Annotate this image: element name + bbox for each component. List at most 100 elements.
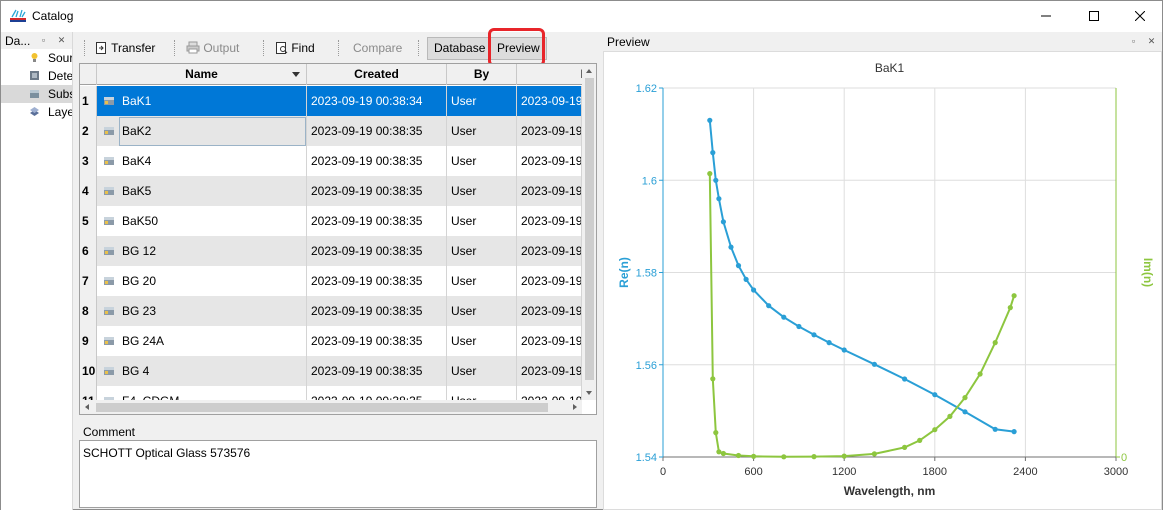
cell-name[interactable]: BaK2: [97, 116, 307, 146]
cell-created[interactable]: 2023-09-19 00:38:35: [307, 206, 447, 236]
tree-item-sources[interactable]: Sour: [1, 49, 72, 67]
close-preview-icon[interactable]: ✕: [1146, 36, 1157, 47]
cell-name[interactable]: BG 24A: [97, 326, 307, 356]
cell-revised[interactable]: 2023-09-19 (: [517, 176, 582, 206]
data-point-re: [716, 196, 722, 202]
table-row[interactable]: 1 BaK1 2023-09-19 00:38:34 User 2023-09-19: [80, 86, 582, 116]
cell-by[interactable]: User: [447, 176, 517, 206]
scroll-down-icon[interactable]: [582, 387, 596, 399]
cell-by[interactable]: User: [447, 116, 517, 146]
cell-name[interactable]: BaK5: [97, 176, 307, 206]
cell-name[interactable]: BG 23: [97, 296, 307, 326]
grid-horizontal-scrollbar[interactable]: [80, 400, 582, 414]
row-number[interactable]: 10: [80, 356, 97, 386]
layer-icon: [30, 107, 39, 116]
column-header-created[interactable]: Created: [307, 64, 447, 85]
table-row[interactable]: 10 BG 4 2023-09-19 00:38:35 User 2023-09-19 …: [80, 356, 582, 386]
close-panel-icon[interactable]: ✕: [56, 35, 67, 46]
cell-name[interactable]: BG 4: [97, 356, 307, 386]
cell-name[interactable]: BG 20: [97, 266, 307, 296]
table-row[interactable]: 5 BaK50 2023-09-19 00:38:35 User 2023-09-19 …: [80, 206, 582, 236]
cell-created[interactable]: 2023-09-19 00:38:35: [307, 356, 447, 386]
row-number[interactable]: 7: [80, 266, 97, 296]
catalog-app-icon: [10, 9, 26, 22]
cell-revised[interactable]: 2023-09-19 (: [517, 326, 582, 356]
cell-revised[interactable]: 2023-09-19 (: [517, 236, 582, 266]
cell-name[interactable]: BaK4: [97, 146, 307, 176]
cell-by[interactable]: User: [447, 236, 517, 266]
table-row[interactable]: 3 BaK4 2023-09-19 00:38:35User2023-09-19 (: [80, 146, 582, 176]
row-number[interactable]: 1: [80, 86, 97, 116]
cell-by[interactable]: User: [447, 326, 517, 356]
substance-icon: [104, 97, 114, 105]
grid-vertical-scrollbar[interactable]: [582, 64, 596, 400]
cell-created[interactable]: 2023-09-19 00:38:34: [307, 86, 447, 116]
scroll-right-icon[interactable]: [569, 400, 581, 414]
horizontal-scroll-thumb[interactable]: [96, 403, 548, 412]
table-row[interactable]: 9 BG 24A 2023-09-19 00:38:35 User 2023-09-19…: [80, 326, 582, 356]
database-panel-header: Da... ▫ ✕: [1, 32, 72, 49]
comment-label: Comment: [83, 425, 136, 439]
cell-revised[interactable]: 2023-09-19 (: [517, 146, 582, 176]
transfer-button[interactable]: Transfer: [95, 37, 155, 59]
cell-revised[interactable]: 2023-09-19 (: [517, 206, 582, 236]
compare-button[interactable]: Compare: [353, 37, 402, 59]
vertical-scroll-thumb[interactable]: [585, 78, 594, 380]
table-row[interactable]: 6 BG 12 2023-09-19 00:38:35 User 2023-09-19 …: [80, 236, 582, 266]
output-button[interactable]: Output: [186, 37, 239, 59]
table-row[interactable]: 4 BaK5 2023-09-19 00:38:35User2023-09-19 (: [80, 176, 582, 206]
table-row[interactable]: 7 BG 20 2023-09-19 00:38:35 User 2023-09-19 …: [80, 266, 582, 296]
tree-item-detectors[interactable]: Dete: [1, 67, 72, 85]
cell-name[interactable]: BaK50: [97, 206, 307, 236]
column-header-by[interactable]: By: [447, 64, 517, 85]
cell-created[interactable]: 2023-09-19 00:38:35: [307, 266, 447, 296]
row-number[interactable]: 2: [80, 116, 97, 146]
cell-by[interactable]: User: [447, 146, 517, 176]
cell-by[interactable]: User: [447, 86, 517, 116]
cell-by[interactable]: User: [447, 266, 517, 296]
y-tick-label: 1.62: [636, 83, 657, 95]
float-preview-icon[interactable]: ▫: [1128, 36, 1139, 47]
cell-by[interactable]: User: [447, 206, 517, 236]
row-number[interactable]: 9: [80, 326, 97, 356]
substance-icon: [30, 90, 39, 98]
y2-axis-label: Im(n): [1141, 258, 1155, 287]
table-row[interactable]: 2 BaK2 2023-09-19 00:38:35User2023-09-19 (: [80, 116, 582, 146]
cell-revised[interactable]: 2023-09-19 (: [517, 356, 582, 386]
cell-by[interactable]: User: [447, 296, 517, 326]
row-number[interactable]: 6: [80, 236, 97, 266]
find-button[interactable]: Find: [275, 37, 315, 59]
table-row[interactable]: 8 BG 23 2023-09-19 00:38:35 User 2023-09-19 …: [80, 296, 582, 326]
cell-created[interactable]: 2023-09-19 00:38:35: [307, 176, 447, 206]
column-header-name[interactable]: Name: [97, 64, 307, 85]
scroll-left-icon[interactable]: [81, 400, 93, 414]
row-number[interactable]: 5: [80, 206, 97, 236]
scroll-up-icon[interactable]: [582, 65, 596, 77]
row-number[interactable]: 3: [80, 146, 97, 176]
row-number[interactable]: 8: [80, 296, 97, 326]
float-panel-icon[interactable]: ▫: [38, 35, 49, 46]
cell-revised[interactable]: 2023-09-19 (: [517, 266, 582, 296]
cell-revised[interactable]: 2023-09-19 (: [517, 296, 582, 326]
cell-by[interactable]: User: [447, 356, 517, 386]
cell-revised[interactable]: 2023-09-19: [517, 86, 582, 116]
cell-name[interactable]: BG 12: [97, 236, 307, 266]
close-icon: [1135, 11, 1145, 21]
maximize-button[interactable]: [1071, 1, 1117, 31]
comment-textbox[interactable]: SCHOTT Optical Glass 573576: [79, 440, 597, 508]
row-number[interactable]: 4: [80, 176, 97, 206]
cell-created[interactable]: 2023-09-19 00:38:35: [307, 116, 447, 146]
minimize-button[interactable]: [1023, 1, 1069, 31]
tree-item-substances[interactable]: Subs: [1, 85, 72, 103]
cell-created[interactable]: 2023-09-19 00:38:35: [307, 146, 447, 176]
cell-created[interactable]: 2023-09-19 00:38:35: [307, 236, 447, 266]
cell-created[interactable]: 2023-09-19 00:38:35: [307, 326, 447, 356]
tree-item-layers[interactable]: Laye: [1, 103, 72, 121]
data-point-re: [826, 340, 832, 346]
cell-revised[interactable]: 2023-09-19 (: [517, 116, 582, 146]
cell-created[interactable]: 2023-09-19 00:38:35: [307, 296, 447, 326]
database-toggle-button[interactable]: Database: [427, 37, 493, 60]
data-point-im: [1011, 293, 1017, 299]
close-button[interactable]: [1117, 1, 1163, 31]
cell-name[interactable]: BaK1: [97, 86, 307, 116]
